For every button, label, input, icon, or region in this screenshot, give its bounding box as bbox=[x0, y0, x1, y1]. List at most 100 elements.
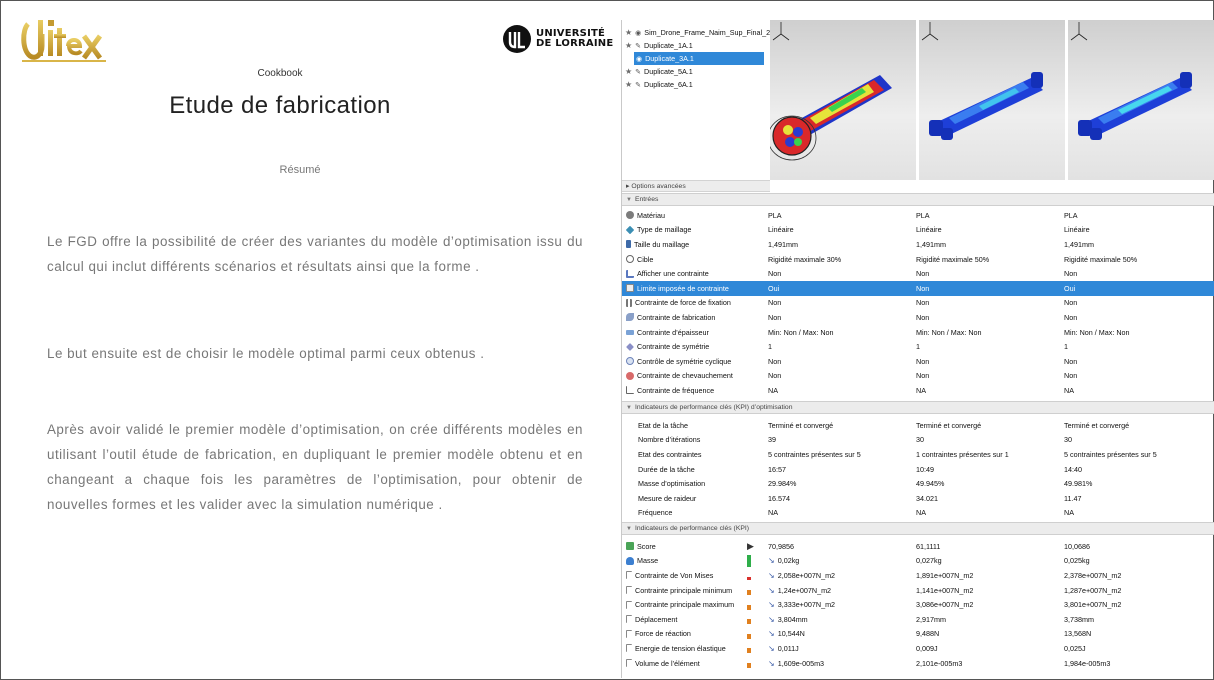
kpi-label-text: Masse bbox=[637, 556, 659, 566]
tree-item-label: Sim_Drone_Frame_Naim_Sup_Final_2 bbox=[644, 28, 771, 37]
kpi-label: Score bbox=[622, 542, 747, 551]
kpi-value-3: 1,984e-005m3 bbox=[1064, 659, 1212, 668]
entree-row[interactable]: Taille du maillage 1,491mm 1,491mm 1,491mm bbox=[622, 237, 1214, 252]
entree-value-2: Non bbox=[916, 269, 930, 279]
entree-row[interactable]: Afficher une contrainte Non Non Non bbox=[622, 266, 1214, 281]
kpi-value-text: 10,544N bbox=[777, 629, 805, 639]
kpi-value-text: 1,891e+007N_m2 bbox=[916, 570, 974, 580]
entree-label: Limite imposée de contrainte bbox=[622, 284, 768, 293]
kpi-value-text: 2,101e-005m3 bbox=[916, 658, 963, 668]
kpi-value-2: 1,141e+007N_m2 bbox=[916, 586, 1064, 595]
symmetry-icon bbox=[626, 342, 634, 351]
kpi-opt-value-3: 30 bbox=[1064, 435, 1072, 445]
section-kpi[interactable]: ▼ Indicateurs de performance clés (KPI) bbox=[622, 522, 1214, 535]
kpi-opt-value-2: 49.945% bbox=[916, 479, 945, 489]
trend-arrow-icon: ↘ bbox=[768, 658, 775, 668]
kpi-opt-value-3: 11.47 bbox=[1064, 493, 1082, 503]
trend-arrow-icon: ↘ bbox=[768, 614, 775, 624]
viewport-2[interactable] bbox=[919, 20, 1065, 180]
entree-value-1: Rigidité maximale 30% bbox=[768, 254, 842, 264]
section-entrees[interactable]: ▼ Entrées bbox=[622, 193, 1214, 206]
entree-value-2: Non bbox=[916, 283, 930, 293]
kpi-opt-label: Etat des contraintes bbox=[638, 449, 702, 459]
entree-value-1: 1 bbox=[768, 342, 772, 352]
kpi-label: Déplacement bbox=[622, 615, 747, 624]
kpi-value-text: 1,984e-005m3 bbox=[1064, 658, 1111, 668]
size-icon bbox=[626, 240, 631, 249]
kpi-row[interactable]: Energie de tension élastique ↘ 0,011J 0,009… bbox=[622, 641, 1214, 656]
kpi-value-1: ↘ 3,333e+007N_m2 bbox=[768, 600, 916, 609]
entree-label: Contrainte de fabrication bbox=[622, 313, 768, 322]
axis-triad-icon bbox=[772, 22, 790, 41]
entree-label-text: Contrainte de chevauchement bbox=[637, 371, 733, 381]
expand-arrow-icon[interactable]: ▶ bbox=[747, 541, 768, 552]
result-viewports bbox=[770, 20, 1214, 180]
tree-item[interactable]: ★ ✎ Duplicate_6A.1 bbox=[622, 78, 770, 91]
kpi-row[interactable]: Contrainte principale minimum ↘ 1,24e+007N… bbox=[622, 583, 1214, 598]
viewport-1[interactable] bbox=[770, 20, 916, 180]
entree-row[interactable]: Cible Rigidité maximale 30% Rigidité maxim… bbox=[622, 252, 1214, 267]
entree-value-2: Non bbox=[916, 356, 930, 366]
entree-value-2: Non bbox=[916, 312, 930, 322]
kpi-value-2: 0,027kg bbox=[916, 556, 1064, 565]
kpi-bar bbox=[747, 554, 751, 567]
fabrication-icon bbox=[626, 313, 634, 322]
kpi-row[interactable]: Masse ↘ 0,02kg 0,027kg 0,025kg bbox=[622, 554, 1214, 569]
tree-item-label: Duplicate_5A.1 bbox=[644, 67, 693, 76]
entree-row[interactable]: Contrôle de symétrie cyclique Non Non Non bbox=[622, 354, 1214, 369]
entree-row[interactable]: Limite imposée de contrainte Oui Non Oui bbox=[622, 281, 1214, 296]
study-tree: ★ ◉ Sim_Drone_Frame_Naim_Sup_Final_2 ★ ✎ Dupl… bbox=[622, 20, 770, 180]
entree-value-1: 1,491mm bbox=[768, 239, 798, 249]
result-icon bbox=[626, 644, 632, 653]
entree-value-3: Non bbox=[1064, 298, 1078, 308]
paragraph-3: Après avoir validé le premier modèle d’o… bbox=[47, 422, 583, 512]
kpi-row[interactable]: Force de réaction ↘ 10,544N 9,488N 13,568N bbox=[622, 627, 1214, 642]
kpi-row[interactable]: Volume de l’élément ↘ 1,609e-005m3 2,101e-0… bbox=[622, 656, 1214, 671]
entree-row[interactable]: Contrainte de chevauchement Non Non Non bbox=[622, 369, 1214, 384]
kpi-value-1: ↘ 3,804mm bbox=[768, 615, 916, 624]
kpi-bar bbox=[747, 577, 751, 581]
entree-row[interactable]: Matériau PLA PLA PLA bbox=[622, 208, 1214, 223]
entree-row[interactable]: Contrainte de symétrie 1 1 1 bbox=[622, 339, 1214, 354]
entree-label-text: Contrôle de symétrie cyclique bbox=[637, 356, 732, 366]
section-kpi-optimisation[interactable]: ▼ Indicateurs de performance clés (KPI) d… bbox=[622, 401, 1214, 414]
kpi-bar bbox=[747, 590, 751, 596]
kpi-value-text: 0,027kg bbox=[916, 556, 942, 566]
kpi-opt-label: Etat de la tâche bbox=[638, 420, 688, 430]
entree-label-text: Type de maillage bbox=[637, 225, 692, 235]
tree-item[interactable]: ★ ✎ Duplicate_5A.1 bbox=[622, 65, 770, 78]
entree-value-1: Non bbox=[768, 298, 782, 308]
kpi-value-2: 3,086e+007N_m2 bbox=[916, 600, 1064, 609]
entree-row[interactable]: Type de maillage Linéaire Linéaire Linéaire bbox=[622, 223, 1214, 238]
entree-label: Contrainte de chevauchement bbox=[622, 371, 768, 380]
kpi-row[interactable]: Contrainte de Von Mises ↘ 2,058e+007N_m2 1,… bbox=[622, 568, 1214, 583]
entree-value-2: Linéaire bbox=[916, 225, 942, 235]
kpi-bar-cell bbox=[747, 629, 768, 639]
entree-row[interactable]: Contrainte de force de fixation Non Non Non bbox=[622, 296, 1214, 311]
kpi-label-text: Déplacement bbox=[635, 614, 678, 624]
kpi-value-text: 1,24e+007N_m2 bbox=[777, 585, 832, 595]
entree-row[interactable]: Contrainte d’épaisseur Min: Non / Max: No… bbox=[622, 325, 1214, 340]
kpi-label-text: Score bbox=[637, 541, 656, 551]
kpi-opt-row: Fréquence NA NA NA bbox=[622, 506, 1214, 521]
kpi-row[interactable]: Contrainte principale maximum ↘ 3,333e+007… bbox=[622, 597, 1214, 612]
kpi-label: Contrainte principale maximum bbox=[622, 600, 747, 609]
kpi-row[interactable]: Score ▶ 70,9856 61,1111 10,0686 bbox=[622, 539, 1214, 554]
tree-item[interactable]: ◉ Duplicate_3A.1 bbox=[634, 52, 764, 65]
advanced-options-toggle[interactable]: ▸ Options avancées bbox=[622, 180, 770, 192]
viewport-3[interactable] bbox=[1068, 20, 1214, 180]
chevron-down-icon: ▼ bbox=[626, 405, 632, 411]
tree-item[interactable]: ★ ✎ Duplicate_1A.1 bbox=[622, 39, 770, 52]
kpi-value-text: 2,378e+007N_m2 bbox=[1064, 570, 1122, 580]
entree-row[interactable]: Contrainte de fréquence NA NA NA bbox=[622, 383, 1214, 398]
drone-arm-stress-plot-1 bbox=[770, 75, 892, 161]
entree-value-1: NA bbox=[768, 385, 778, 395]
entree-value-3: NA bbox=[1064, 385, 1074, 395]
kpi-opt-label: Masse d’optimisation bbox=[638, 479, 706, 489]
tree-item[interactable]: ★ ◉ Sim_Drone_Frame_Naim_Sup_Final_2 bbox=[622, 26, 770, 39]
entree-value-2: 1,491mm bbox=[916, 239, 946, 249]
drone-arm-stress-plot-3 bbox=[1078, 72, 1192, 140]
entree-value-1: Oui bbox=[768, 283, 780, 293]
entree-row[interactable]: Contrainte de fabrication Non Non Non bbox=[622, 310, 1214, 325]
kpi-row[interactable]: Déplacement ↘ 3,804mm 2,917mm 3,738mm bbox=[622, 612, 1214, 627]
